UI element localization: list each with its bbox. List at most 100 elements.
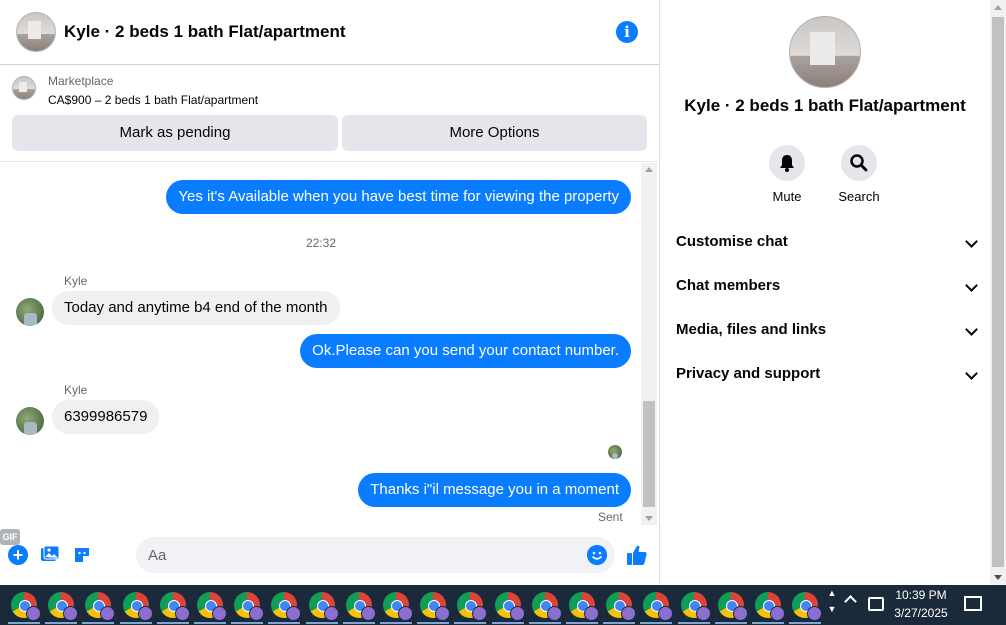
section-label: Privacy and support <box>676 365 821 382</box>
running-indicator <box>8 622 40 624</box>
outgoing-message[interactable]: Ok.Please can you send your contact numb… <box>300 334 631 368</box>
clock-time[interactable]: 10:39 PM <box>890 588 952 602</box>
running-indicator <box>528 622 561 624</box>
message-input[interactable] <box>136 537 615 573</box>
chevron-down-icon <box>965 279 978 292</box>
message-timestamp: 22:32 <box>306 236 337 250</box>
section-media-files-links[interactable]: Media, files and links <box>676 308 978 352</box>
running-indicator <box>268 622 301 624</box>
scroll-up-arrow-icon[interactable] <box>645 167 653 172</box>
conversation-header: Kyle · 2 beds 1 bath Flat/apartment i <box>0 0 659 65</box>
section-label: Media, files and links <box>676 321 827 338</box>
browser-app-icon[interactable] <box>11 592 41 621</box>
mark-as-pending-button[interactable]: Mark as pending <box>12 115 338 151</box>
section-label: Chat members <box>676 277 781 294</box>
browser-app-icon[interactable] <box>383 592 413 621</box>
messages-scrollbar[interactable] <box>641 163 657 525</box>
listing-price[interactable]: CA$900 – 2 beds 1 bath Flat/apartment <box>48 93 258 107</box>
browser-app-icon[interactable] <box>420 592 451 621</box>
browser-app-icon[interactable] <box>234 592 265 621</box>
search-icon[interactable] <box>841 145 877 181</box>
sender-avatar[interactable] <box>16 407 44 435</box>
conversation-title[interactable]: Kyle · 2 beds 1 bath Flat/apartment <box>64 22 346 42</box>
browser-app-icon[interactable] <box>531 592 562 621</box>
page-scrollbar[interactable] <box>990 0 1006 585</box>
running-indicator <box>566 622 598 624</box>
more-options-button[interactable]: More Options <box>342 115 647 151</box>
delivery-status: Sent <box>598 510 623 524</box>
running-indicator <box>714 622 747 624</box>
section-label: Customise chat <box>676 233 788 250</box>
browser-app-icon[interactable] <box>569 592 599 621</box>
bell-icon[interactable] <box>769 145 805 181</box>
sender-avatar[interactable] <box>16 298 44 326</box>
thumbs-up-icon[interactable] <box>626 544 648 566</box>
browser-app-icon[interactable] <box>48 592 79 621</box>
listing-avatar-large[interactable] <box>789 16 861 88</box>
messenger-window: Kyle · 2 beds 1 bath Flat/apartment i Ma… <box>0 0 1006 625</box>
chevron-up-icon[interactable]: ▲ <box>825 588 839 598</box>
running-indicator <box>491 622 524 624</box>
scroll-down-arrow-icon[interactable] <box>994 575 1002 580</box>
sender-name: Kyle <box>64 383 88 397</box>
network-icon[interactable] <box>868 597 884 611</box>
marketplace-label: Marketplace <box>48 74 114 88</box>
scrollbar-thumb[interactable] <box>992 17 1004 567</box>
browser-app-icon[interactable] <box>85 592 116 621</box>
notification-icon[interactable] <box>964 596 982 611</box>
browser-app-icon[interactable] <box>457 592 488 621</box>
browser-app-icon[interactable] <box>271 592 302 621</box>
sender-name: Kyle <box>64 274 88 288</box>
taskbar-scroll[interactable]: ▲ ▼ <box>825 585 839 625</box>
browser-app-icon[interactable] <box>717 592 748 621</box>
scroll-up-arrow-icon[interactable] <box>994 5 1002 10</box>
plus-icon[interactable]: + <box>8 545 28 565</box>
incoming-message[interactable]: 6399986579 <box>52 400 160 434</box>
emoji-icon[interactable] <box>587 545 607 565</box>
scrollbar-thumb[interactable] <box>643 401 655 507</box>
browser-app-icon[interactable] <box>159 592 190 621</box>
listing-avatar[interactable] <box>16 12 56 52</box>
browser-app-icon[interactable] <box>345 592 376 621</box>
gif-icon[interactable]: GIF <box>0 529 20 545</box>
message-composer: + GIF <box>0 529 659 585</box>
browser-app-icon[interactable] <box>308 592 339 621</box>
incoming-message[interactable]: Today and anytime b4 end of the month <box>52 291 340 325</box>
running-indicator <box>789 622 822 624</box>
browser-app-icon[interactable] <box>606 592 637 621</box>
running-indicator <box>454 622 487 624</box>
mute-label: Mute <box>772 189 802 204</box>
sticker-icon[interactable] <box>72 545 92 565</box>
search-label: Search <box>838 189 880 204</box>
clock-date[interactable]: 3/27/2025 <box>890 606 952 620</box>
browser-app-icon[interactable] <box>755 592 785 621</box>
info-icon[interactable]: i <box>616 21 638 43</box>
conversation-panel: Kyle · 2 beds 1 bath Flat/apartment i Ma… <box>0 0 660 585</box>
running-indicator <box>231 622 264 624</box>
section-customise-chat[interactable]: Customise chat <box>676 220 978 264</box>
image-icon[interactable] <box>40 545 60 565</box>
browser-app-icon[interactable] <box>494 592 525 621</box>
running-indicator <box>603 622 636 624</box>
show-hidden-icons-icon[interactable] <box>844 595 857 608</box>
running-indicator <box>82 622 115 624</box>
running-indicator <box>305 622 338 624</box>
browser-app-icon[interactable] <box>680 592 711 621</box>
browser-app-icon[interactable] <box>122 592 153 621</box>
running-indicator <box>677 622 710 624</box>
browser-app-icon[interactable] <box>197 592 227 621</box>
chevron-down-icon[interactable]: ▼ <box>825 604 839 614</box>
listing-thumbnail[interactable] <box>12 76 36 100</box>
outgoing-message[interactable]: Yes it's Available when you have best ti… <box>166 180 631 214</box>
scroll-down-arrow-icon[interactable] <box>645 516 653 521</box>
search-button[interactable]: Search <box>824 145 894 204</box>
outgoing-message[interactable]: Thanks i"il message you in a moment <box>358 473 631 507</box>
message-list: Yes it's Available when you have best ti… <box>0 163 659 525</box>
browser-app-icon[interactable] <box>792 592 823 621</box>
running-indicator <box>752 622 784 624</box>
section-chat-members[interactable]: Chat members <box>676 264 978 308</box>
browser-app-icon[interactable] <box>643 592 674 621</box>
mute-button[interactable]: Mute <box>752 145 822 204</box>
marketplace-banner: Marketplace CA$900 – 2 beds 1 bath Flat/… <box>0 65 659 162</box>
section-privacy-support[interactable]: Privacy and support <box>676 352 978 396</box>
